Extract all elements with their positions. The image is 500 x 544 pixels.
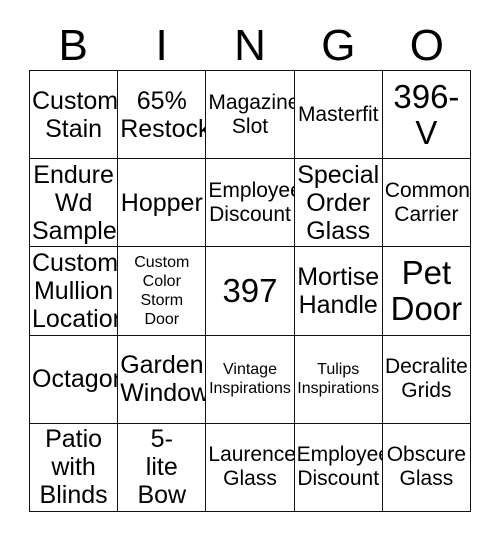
- bingo-cell[interactable]: Employee Discount: [206, 159, 295, 248]
- bingo-cell[interactable]: 397: [206, 247, 295, 336]
- bingo-cell-label: Common Carrier: [384, 178, 470, 226]
- bingo-grid: Custom Stain 65% Restock Magazine Slot M…: [29, 70, 471, 512]
- bingo-cell[interactable]: Garden Window: [118, 335, 207, 424]
- bingo-cell-label: Obscure Glass: [386, 443, 467, 491]
- bingo-cell[interactable]: Endure Wd Sample: [30, 159, 119, 248]
- bingo-cell[interactable]: Obscure Glass: [382, 423, 471, 512]
- bingo-cell[interactable]: Special Order Glass: [294, 159, 383, 248]
- bingo-cell[interactable]: Mortise Handle: [294, 247, 383, 336]
- bingo-cell-label: Pet Door: [390, 253, 463, 327]
- bingo-cell-label: Vintage Inspirations: [209, 361, 291, 398]
- bingo-cell[interactable]: Octagon: [30, 335, 119, 424]
- header-letter-text: N: [234, 21, 266, 70]
- bingo-cell[interactable]: Patio with Blinds: [30, 423, 119, 512]
- bingo-cell-label: Endure Wd Sample: [32, 160, 117, 245]
- bingo-header-letter-b: B: [29, 16, 117, 70]
- bingo-cell[interactable]: Laurence Glass: [206, 423, 295, 512]
- bingo-cell[interactable]: Common Carrier: [382, 159, 471, 248]
- bingo-cell[interactable]: Vintage Inspirations: [206, 335, 295, 424]
- bingo-cell-label: Mortise Handle: [297, 262, 380, 319]
- bingo-cell[interactable]: Aeris 5- lite Bow Wd: [118, 423, 207, 512]
- bingo-cell-label: Garden Window: [120, 351, 207, 408]
- bingo-cell-label: Custom Color Storm Door: [134, 253, 190, 328]
- bingo-cell[interactable]: Pet Door: [382, 247, 471, 336]
- bingo-header-row: B I N G O: [29, 16, 471, 70]
- bingo-cell[interactable]: Hopper: [118, 159, 207, 248]
- bingo-cell-label: Laurence Glass: [208, 443, 295, 491]
- bingo-cell-label: Aeris 5- lite Bow Wd: [133, 424, 190, 511]
- bingo-cell[interactable]: Tulips Inspirations: [294, 335, 383, 424]
- bingo-cell[interactable]: Custom Mullion Location: [30, 247, 119, 336]
- bingo-cell-label: Patio with Blinds: [39, 425, 108, 510]
- bingo-header-letter-o: O: [383, 16, 471, 70]
- bingo-cell[interactable]: Decralite Grids: [382, 335, 471, 424]
- bingo-cell-label: Custom Stain: [32, 86, 119, 143]
- bingo-cell[interactable]: Custom Stain: [30, 71, 119, 160]
- bingo-cell-label: Custom Mullion Location: [32, 248, 119, 333]
- header-letter-text: I: [155, 21, 168, 70]
- bingo-header-letter-g: G: [294, 16, 382, 70]
- bingo-cell-label: 396- V: [393, 77, 460, 151]
- bingo-cell-label: Special Order Glass: [297, 160, 380, 245]
- bingo-cell[interactable]: Employee Discount: [294, 423, 383, 512]
- header-letter-text: G: [321, 21, 356, 70]
- bingo-cell-label: Employee Discount: [296, 443, 383, 491]
- bingo-cell-label: 397: [222, 271, 278, 309]
- bingo-cell-label: Masterfit: [297, 102, 379, 126]
- bingo-header-letter-i: I: [117, 16, 205, 70]
- bingo-cell-label: Decralite Grids: [384, 355, 468, 403]
- bingo-cell[interactable]: 396- V: [382, 71, 471, 160]
- bingo-header-letter-n: N: [206, 16, 294, 70]
- bingo-cell-label: Hopper: [120, 188, 203, 217]
- bingo-cell-label: Employee Discount: [208, 178, 295, 226]
- header-letter-text: B: [58, 21, 88, 70]
- bingo-cell[interactable]: Magazine Slot: [206, 71, 295, 160]
- bingo-card: B I N G O Custom Stain 65% Restock Magaz…: [0, 0, 500, 544]
- bingo-cell-label: Magazine Slot: [208, 90, 295, 138]
- bingo-cell[interactable]: 65% Restock: [118, 71, 207, 160]
- bingo-cell[interactable]: Custom Color Storm Door: [118, 247, 207, 336]
- bingo-cell[interactable]: Masterfit: [294, 71, 383, 160]
- bingo-cell-label: Octagon: [32, 365, 119, 394]
- bingo-cell-label: 65% Restock: [120, 86, 207, 143]
- header-letter-text: O: [409, 21, 444, 70]
- bingo-cell-label: Tulips Inspirations: [297, 361, 380, 398]
